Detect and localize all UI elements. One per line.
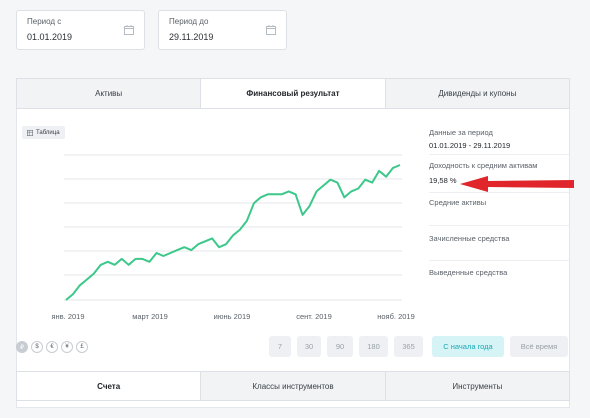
avg-assets-key: Средние активы (429, 198, 487, 207)
breakdown-tabs: Счета Классы инструментов Инструменты (16, 371, 570, 401)
withdrawn-info: Выведенные средства (429, 268, 507, 277)
period-from-value: 01.01.2019 (27, 32, 73, 42)
calendar-icon[interactable] (266, 25, 276, 35)
period-365-button[interactable]: 365 (394, 336, 423, 357)
period-from-field[interactable]: Период с 01.01.2019 (16, 10, 145, 50)
period-ytd-button[interactable]: С начала года (432, 336, 504, 357)
yield-key: Доходность к средним активам (429, 161, 538, 170)
report-tabs: Активы Финансовый результат Дивиденды и … (16, 78, 570, 109)
period-to-field[interactable]: Период до 29.11.2019 (158, 10, 287, 50)
tab-instruments[interactable]: Инструменты (386, 372, 569, 400)
period-to-value: 29.11.2019 (169, 32, 214, 42)
tab-dividends-coupons[interactable]: Дивиденды и купоны (386, 79, 569, 108)
currency-gbp[interactable]: £ (76, 341, 88, 353)
tab-financial-result[interactable]: Финансовый результат (201, 79, 386, 108)
calendar-icon[interactable] (124, 25, 134, 35)
period-from-label: Период с (27, 17, 62, 26)
table-icon (27, 129, 33, 136)
period-value: 01.01.2019 - 29.11.2019 (429, 141, 511, 150)
red-arrow-annotation (460, 176, 574, 192)
currency-usd[interactable]: $ (31, 341, 43, 353)
currency-rub[interactable]: ₽ (16, 341, 28, 353)
period-key: Данные за период (429, 128, 493, 137)
period-90-button[interactable]: 90 (327, 336, 353, 357)
divider (429, 260, 569, 261)
period-info: Данные за период 01.01.2019 - 29.11.2019 (429, 128, 510, 150)
period-30-button[interactable]: 30 (297, 336, 321, 357)
currency-eur[interactable]: € (46, 341, 58, 353)
tab-assets[interactable]: Активы (17, 79, 202, 108)
tab-instrument-classes[interactable]: Классы инструментов (201, 372, 386, 400)
table-button[interactable]: Таблица (22, 126, 65, 139)
table-button-label: Таблица (36, 129, 60, 136)
divider (429, 225, 569, 226)
credited-info: Зачисленные средства (429, 234, 509, 243)
period-7-button[interactable]: 7 (269, 336, 291, 357)
period-all-time-button[interactable]: Всё время (510, 336, 568, 357)
period-180-button[interactable]: 180 (359, 336, 388, 357)
withdrawn-key: Выведенные средства (429, 268, 508, 277)
tab-accounts[interactable]: Счета (17, 372, 202, 400)
divider (429, 154, 569, 155)
period-to-label: Период до (169, 17, 209, 26)
avg-assets-info: Средние активы (429, 198, 486, 207)
credited-key: Зачисленные средства (429, 234, 510, 243)
currency-jpy[interactable]: ¥ (61, 341, 73, 353)
